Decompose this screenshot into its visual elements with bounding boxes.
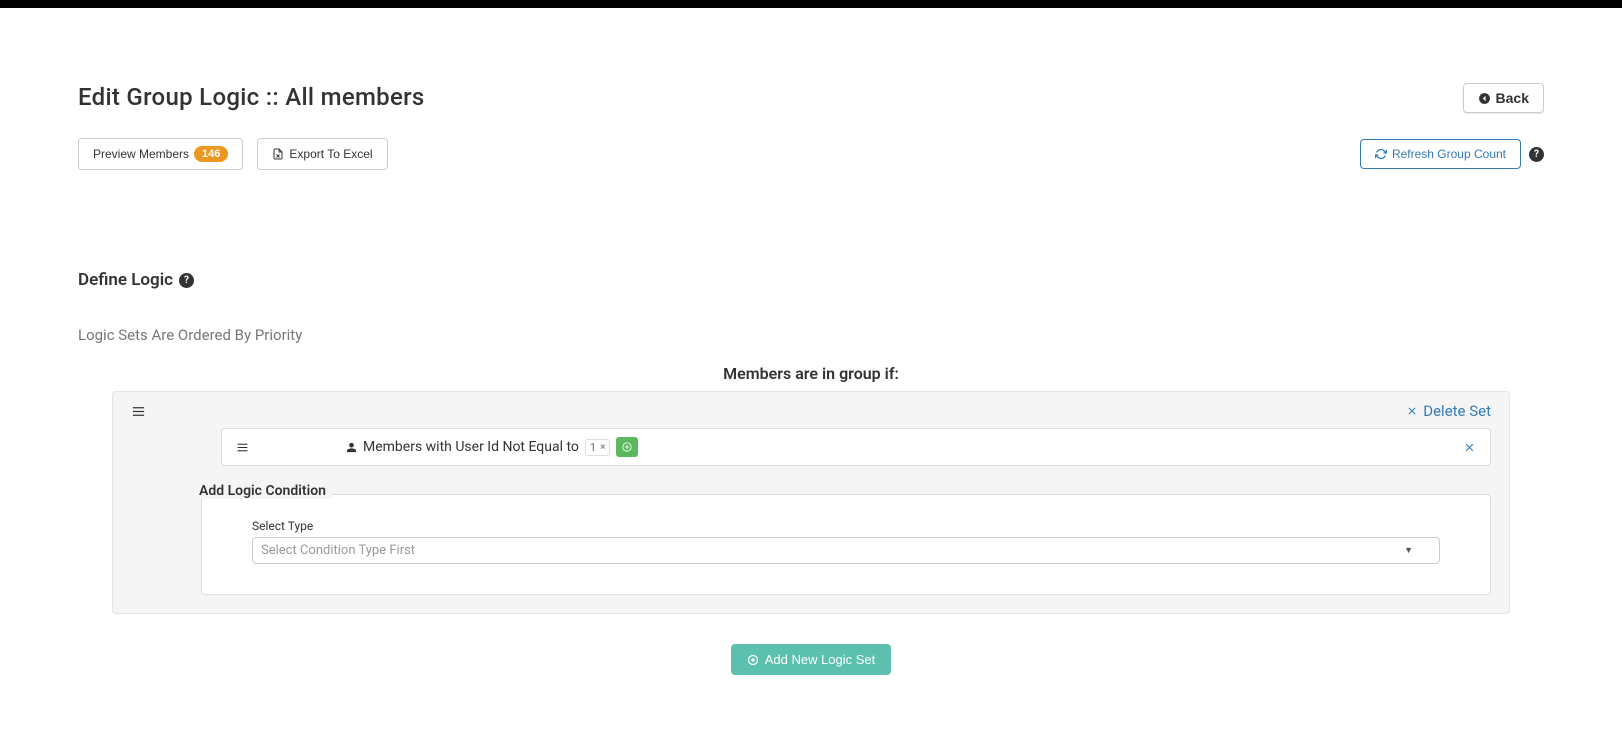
group-heading: Members are in group if: bbox=[78, 364, 1544, 383]
refresh-group-count-button[interactable]: Refresh Group Count bbox=[1360, 139, 1521, 169]
back-button[interactable]: Back bbox=[1463, 83, 1544, 113]
user-icon bbox=[346, 442, 357, 453]
define-logic-title-text: Define Logic bbox=[78, 270, 173, 290]
refresh-label: Refresh Group Count bbox=[1392, 147, 1506, 161]
add-set-label: Add New Logic Set bbox=[765, 652, 876, 667]
header-row: Edit Group Logic :: All members Back bbox=[18, 83, 1604, 138]
condition-row: Members with User Id Not Equal to 1 × bbox=[221, 428, 1491, 466]
back-button-label: Back bbox=[1496, 90, 1529, 106]
plus-circle-icon bbox=[622, 442, 632, 452]
add-set-row: Add New Logic Set bbox=[78, 644, 1544, 675]
define-logic-title: Define Logic ? bbox=[78, 270, 1544, 290]
plus-circle-icon bbox=[747, 654, 759, 666]
refresh-icon bbox=[1375, 148, 1387, 160]
condition-text: Members with User Id Not Equal to bbox=[363, 439, 579, 455]
logic-set: Delete Set Members with User Id Not Equa… bbox=[112, 391, 1510, 614]
fieldset-legend: Add Logic Condition bbox=[193, 483, 332, 499]
back-arrow-icon bbox=[1478, 92, 1491, 105]
export-excel-button[interactable]: Export To Excel bbox=[257, 138, 387, 170]
action-right: Refresh Group Count ? bbox=[1360, 138, 1544, 170]
top-bar bbox=[0, 0, 1622, 8]
condition-type-select[interactable]: Select Condition Type First ▼ bbox=[252, 537, 1440, 564]
page-wrapper: Edit Group Logic :: All members Back Pre… bbox=[0, 8, 1622, 715]
page-title: Edit Group Logic :: All members bbox=[78, 83, 425, 111]
remove-tag-icon[interactable]: × bbox=[600, 442, 605, 453]
help-icon[interactable]: ? bbox=[1529, 147, 1544, 162]
add-value-button[interactable] bbox=[616, 437, 638, 457]
close-x-icon bbox=[1406, 405, 1418, 417]
tag-value: 1 bbox=[590, 441, 596, 454]
priority-note: Logic Sets Are Ordered By Priority bbox=[78, 326, 1544, 344]
delete-condition-button[interactable] bbox=[1463, 441, 1476, 454]
delete-set-label: Delete Set bbox=[1423, 402, 1491, 420]
logic-set-header: Delete Set bbox=[131, 402, 1491, 420]
add-new-logic-set-button[interactable]: Add New Logic Set bbox=[731, 644, 892, 675]
caret-down-icon: ▼ bbox=[1404, 545, 1413, 556]
drag-handle-icon[interactable] bbox=[131, 404, 146, 419]
select-placeholder: Select Condition Type First bbox=[261, 543, 415, 558]
excel-file-icon bbox=[272, 148, 284, 160]
condition-description: Members with User Id Not Equal to 1 × bbox=[346, 437, 638, 457]
action-row: Preview Members 146 Export To Excel Refr… bbox=[18, 138, 1604, 180]
value-tag: 1 × bbox=[585, 439, 611, 456]
preview-members-label: Preview Members bbox=[93, 147, 189, 161]
delete-set-link[interactable]: Delete Set bbox=[1406, 402, 1491, 420]
define-logic-section: Define Logic ? Logic Sets Are Ordered By… bbox=[18, 180, 1604, 675]
select-type-label: Select Type bbox=[252, 519, 1440, 533]
preview-members-button[interactable]: Preview Members 146 bbox=[78, 138, 243, 170]
action-left: Preview Members 146 Export To Excel bbox=[78, 138, 388, 170]
content-area: Edit Group Logic :: All members Back Pre… bbox=[8, 8, 1614, 675]
member-count-badge: 146 bbox=[194, 146, 228, 162]
add-condition-fieldset: Add Logic Condition Select Type Select C… bbox=[201, 494, 1491, 595]
help-icon[interactable]: ? bbox=[179, 273, 194, 288]
export-excel-label: Export To Excel bbox=[289, 147, 372, 161]
drag-handle-icon[interactable] bbox=[236, 441, 249, 454]
